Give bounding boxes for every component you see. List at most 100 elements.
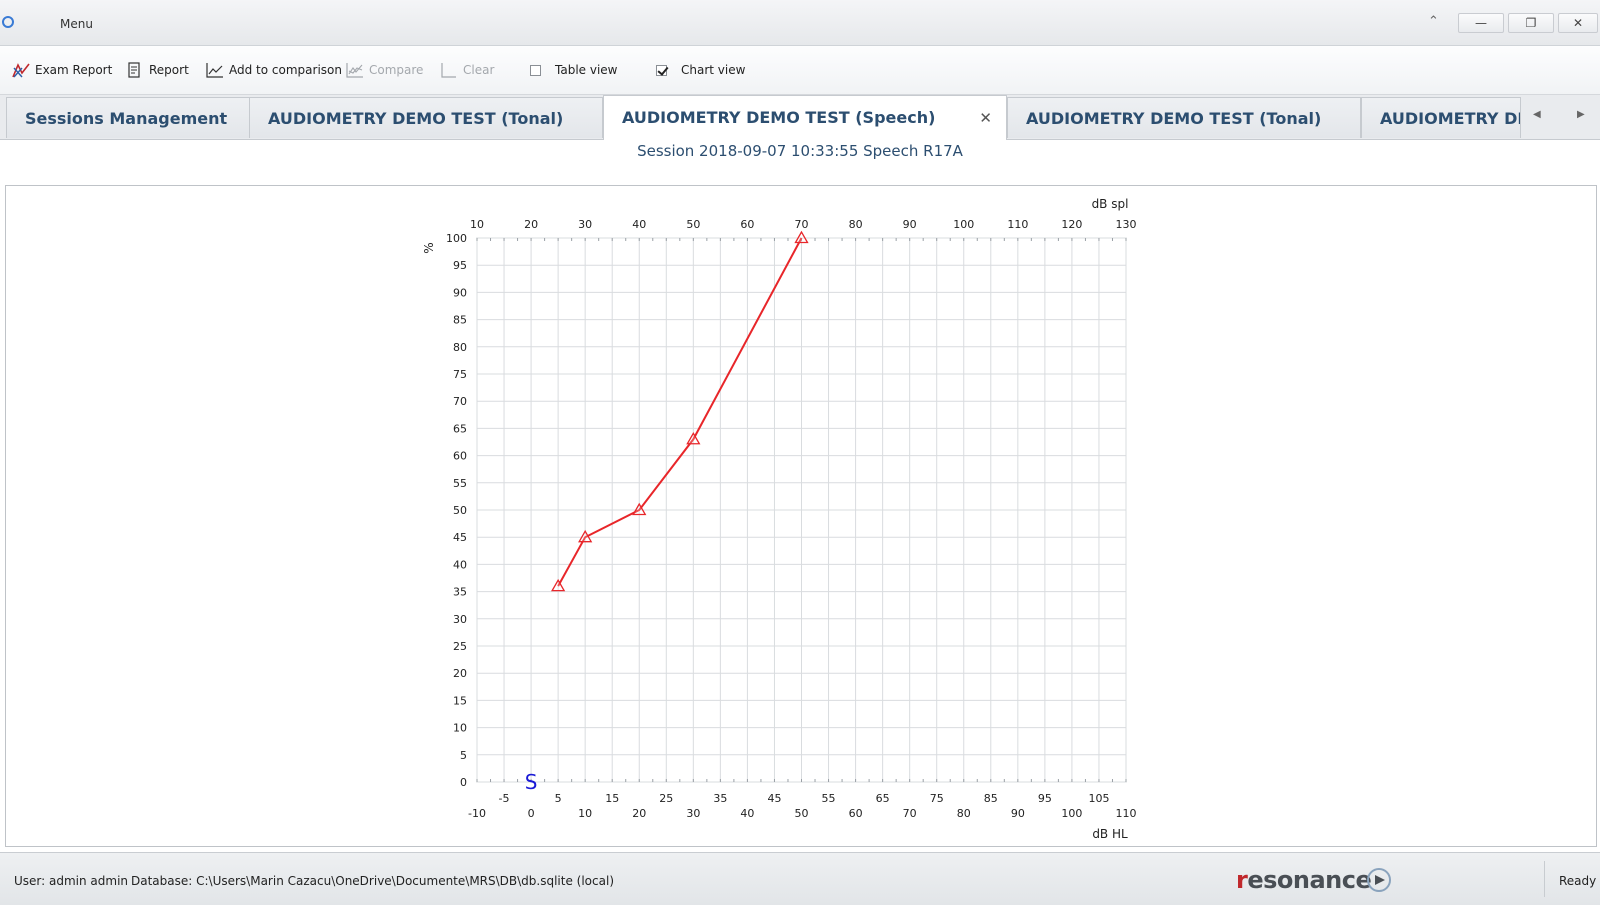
x-minor-tick-label: 95 xyxy=(1038,792,1052,805)
clear-button[interactable]: Clear xyxy=(440,60,494,80)
compare-button[interactable]: Compare xyxy=(346,60,423,80)
report-button[interactable]: Report xyxy=(126,60,189,80)
x2-tick-label: 80 xyxy=(849,218,863,231)
logo-text: esonance xyxy=(1247,866,1372,894)
x-tick-label: 70 xyxy=(903,807,917,820)
close-tab-icon[interactable]: ✕ xyxy=(979,96,992,140)
x-minor-tick-label: 45 xyxy=(767,792,781,805)
x-tick-label: 80 xyxy=(957,807,971,820)
y-tick-label: 40 xyxy=(453,558,467,571)
tab-scroll-left-icon[interactable]: ◀ xyxy=(1533,109,1541,120)
tab-label: Sessions Management xyxy=(25,109,228,128)
clear-label: Clear xyxy=(463,63,495,77)
report-icon xyxy=(126,62,144,78)
y-tick-label: 90 xyxy=(453,286,467,299)
x2-tick-label: 100 xyxy=(953,218,974,231)
add-to-comparison-button[interactable]: Add to comparison xyxy=(206,60,342,80)
x-minor-tick-label: 55 xyxy=(822,792,836,805)
y-tick-label: 95 xyxy=(453,259,467,272)
add-chart-icon xyxy=(206,62,224,78)
document-tabs: Sessions Management AUDIOMETRY DEMO TEST… xyxy=(0,95,1600,140)
title-bar: Menu ⌃ — ❐ ✕ xyxy=(0,0,1600,46)
y-tick-label: 75 xyxy=(453,368,467,381)
y-tick-label: 70 xyxy=(453,395,467,408)
tab-audiometry-tonal[interactable]: AUDIOMETRY DEMO TEST (Tonal) xyxy=(249,97,603,138)
x-tick-label: 60 xyxy=(849,807,863,820)
menu-button[interactable]: Menu xyxy=(60,17,93,31)
data-point-triangle xyxy=(794,230,809,244)
x-tick-label: 10 xyxy=(578,807,592,820)
x2-tick-label: 70 xyxy=(795,218,809,231)
x-tick-label: 30 xyxy=(686,807,700,820)
x-axis-title: dB HL xyxy=(1092,827,1128,841)
tab-sessions-management[interactable]: Sessions Management xyxy=(6,97,250,138)
y-tick-label: 25 xyxy=(453,640,467,653)
speech-marker-s: S xyxy=(525,770,538,794)
status-separator xyxy=(1544,861,1545,897)
x2-tick-label: 10 xyxy=(470,218,484,231)
x-minor-tick-label: 105 xyxy=(1088,792,1109,805)
y-tick-label: 5 xyxy=(460,749,467,762)
table-view-checkbox[interactable] xyxy=(530,64,541,76)
minimize-button[interactable]: — xyxy=(1458,13,1504,33)
y-tick-label: 10 xyxy=(453,722,467,735)
y-tick-label: 65 xyxy=(453,422,467,435)
exam-report-icon xyxy=(12,62,30,78)
x2-tick-label: 40 xyxy=(632,218,646,231)
x-minor-tick-label: 35 xyxy=(713,792,727,805)
collapse-ribbon-icon[interactable]: ⌃ xyxy=(1428,14,1439,29)
restore-button[interactable]: ❐ xyxy=(1508,13,1554,33)
y-tick-label: 0 xyxy=(460,776,467,789)
x-tick-label: 40 xyxy=(740,807,754,820)
x-tick-label: 0 xyxy=(528,807,535,820)
add-to-comparison-label: Add to comparison xyxy=(229,63,342,77)
x2-tick-label: 90 xyxy=(903,218,917,231)
x2-tick-label: 20 xyxy=(524,218,538,231)
chart-view-label: Chart view xyxy=(681,63,746,77)
resonance-logo-icon xyxy=(1367,868,1391,892)
compare-chart-icon xyxy=(346,62,364,78)
y-tick-label: 60 xyxy=(453,450,467,463)
chart-view-toggle[interactable]: Chart view xyxy=(656,60,745,80)
session-title: Session 2018-09-07 10:33:55 Speech R17A xyxy=(637,142,963,160)
x2-tick-label: 60 xyxy=(740,218,754,231)
x-minor-tick-label: 75 xyxy=(930,792,944,805)
x-minor-tick-label: 85 xyxy=(984,792,998,805)
tab-label: AUDIOMETRY DEMO TEST (Tonal) xyxy=(268,109,564,128)
tab-label: AUDIOMETRY DE xyxy=(1380,109,1521,128)
app-logo-icon[interactable] xyxy=(2,16,14,28)
y-tick-label: 50 xyxy=(453,504,467,517)
x2-tick-label: 130 xyxy=(1116,218,1137,231)
x-minor-tick-label: 65 xyxy=(876,792,890,805)
x-tick-label: 50 xyxy=(795,807,809,820)
chart-view-checkbox[interactable] xyxy=(656,64,667,76)
clear-icon xyxy=(440,62,458,78)
status-user: User: admin admin xyxy=(14,874,129,888)
exam-report-button[interactable]: Exam Report xyxy=(12,60,112,80)
x-tick-label: 100 xyxy=(1061,807,1082,820)
status-database: Database: C:\Users\Marin Cazacu\OneDrive… xyxy=(131,874,614,888)
x-minor-tick-label: 15 xyxy=(605,792,619,805)
x2-tick-label: 110 xyxy=(1007,218,1028,231)
tab-audiometry-speech[interactable]: AUDIOMETRY DEMO TEST (Speech) ✕ xyxy=(603,95,1007,140)
speech-audiogram-chart: 0510152025303540455055606570758085909510… xyxy=(422,197,1137,841)
report-label: Report xyxy=(149,63,189,77)
x-minor-tick-label: 25 xyxy=(659,792,673,805)
logo-letter: r xyxy=(1236,866,1248,894)
chart-panel: 0 5 10 15 20 25 30 35 40 45 50 55 60 65 70 75 80 85 90 95 10… xyxy=(5,185,1597,847)
x-minor-tick-label: -5 xyxy=(499,792,510,805)
tab-audiometry-truncated[interactable]: AUDIOMETRY DE xyxy=(1361,97,1521,138)
y-axis-title: % xyxy=(422,242,436,253)
compare-label: Compare xyxy=(369,63,424,77)
table-view-toggle[interactable]: Table view xyxy=(530,60,617,80)
tab-scroll-right-icon[interactable]: ▶ xyxy=(1577,109,1585,120)
x-tick-label: 20 xyxy=(632,807,646,820)
exam-report-label: Exam Report xyxy=(35,63,113,77)
x-tick-label: -10 xyxy=(468,807,486,820)
close-window-button[interactable]: ✕ xyxy=(1558,13,1598,33)
tab-audiometry-tonal-2[interactable]: AUDIOMETRY DEMO TEST (Tonal) xyxy=(1007,97,1361,138)
y-tick-label: 20 xyxy=(453,667,467,680)
y-tick-label: 15 xyxy=(453,694,467,707)
y-tick-label: 80 xyxy=(453,341,467,354)
x-minor-tick-label: 5 xyxy=(555,792,562,805)
